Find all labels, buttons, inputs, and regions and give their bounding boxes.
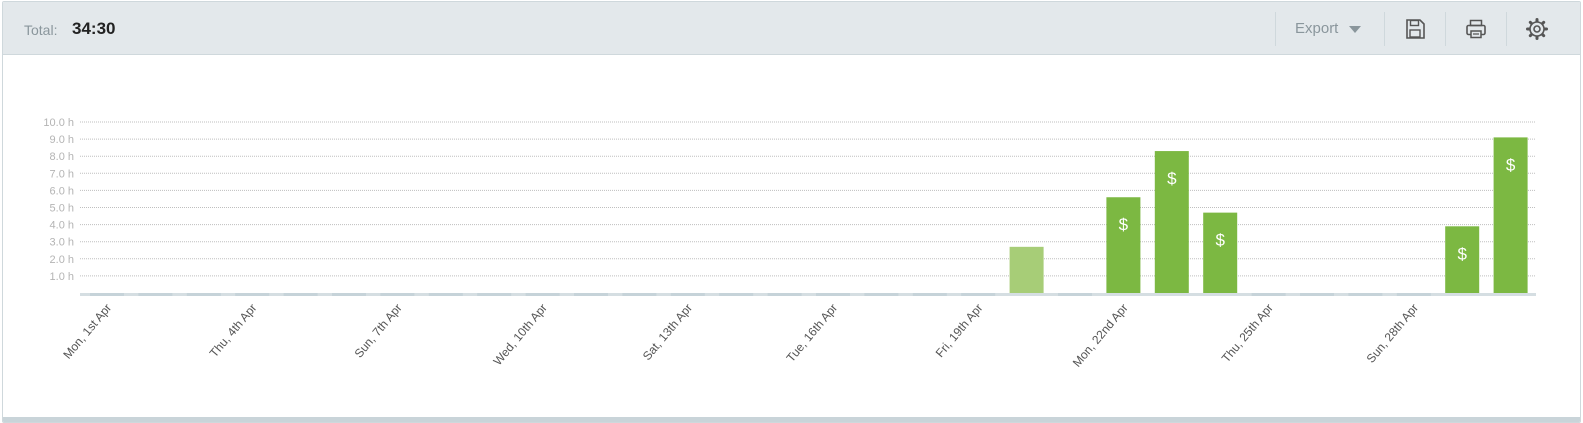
save-button[interactable] bbox=[1400, 14, 1430, 44]
print-icon bbox=[1466, 19, 1486, 39]
y-tick-label: 5.0 h bbox=[50, 203, 74, 215]
empty-day-marker bbox=[1396, 293, 1431, 296]
x-tick-label: Tue, 16th Apr bbox=[784, 301, 841, 365]
billable-dollar-icon: $ bbox=[1457, 244, 1467, 263]
empty-day-marker bbox=[912, 293, 947, 296]
empty-day-marker bbox=[670, 293, 705, 296]
toolbar: Total: 34:30 Export bbox=[3, 2, 1580, 55]
billable-dollar-icon: $ bbox=[1506, 155, 1516, 174]
billable-dollar-icon: $ bbox=[1167, 169, 1177, 188]
empty-day-marker bbox=[1058, 293, 1092, 296]
y-tick-label: 8.0 h bbox=[50, 151, 74, 163]
x-tick-label: Mon, 22nd Apr bbox=[1070, 301, 1131, 370]
bar bbox=[1009, 246, 1044, 293]
y-tick-label: 4.0 h bbox=[50, 220, 74, 232]
panel-bottom-bar bbox=[3, 417, 1580, 422]
y-tick-label: 10.0 h bbox=[43, 117, 74, 129]
empty-day-marker bbox=[525, 293, 560, 296]
x-tick-label: Sat, 13th Apr bbox=[640, 301, 695, 363]
save-icon bbox=[1406, 19, 1425, 39]
print-button[interactable] bbox=[1461, 14, 1491, 44]
billable-dollar-icon: $ bbox=[1215, 231, 1225, 250]
x-tick-label: Thu, 25th Apr bbox=[1219, 301, 1276, 365]
x-tick-label: Sun, 28th Apr bbox=[1364, 301, 1421, 366]
total-label: Total: bbox=[24, 22, 58, 38]
toolbar-separator bbox=[1445, 12, 1446, 46]
y-tick-label: 7.0 h bbox=[50, 168, 74, 180]
x-tick-label: Thu, 4th Apr bbox=[207, 301, 260, 360]
empty-day-marker bbox=[90, 293, 124, 296]
empty-day-marker bbox=[1251, 293, 1286, 296]
y-tick-label: 6.0 h bbox=[50, 185, 74, 197]
total-value: 34:30 bbox=[72, 19, 116, 38]
empty-day-marker bbox=[477, 293, 512, 296]
caret-down-icon bbox=[1349, 25, 1362, 33]
empty-day-marker bbox=[380, 293, 415, 296]
toolbar-separator bbox=[1506, 12, 1507, 46]
y-tick-label: 1.0 h bbox=[50, 271, 74, 283]
settings-button[interactable] bbox=[1522, 14, 1552, 44]
toolbar-separator bbox=[1384, 12, 1385, 46]
empty-day-marker bbox=[1348, 293, 1383, 296]
hours-bar-chart: 1.0 h 2.0 h 3.0 h 4.0 h 5.0 h 6.0 h 7.0 h 8.0 h… bbox=[43, 117, 1536, 370]
empty-day-marker bbox=[622, 293, 657, 296]
bar bbox=[1106, 197, 1141, 293]
empty-day-marker bbox=[138, 293, 173, 296]
billable-dollar-icon: $ bbox=[1119, 215, 1129, 234]
report-panel: Total: 34:30 Export 1.0 h 2.0 h 3.0 h 4.… bbox=[2, 1, 1581, 423]
settings-icon bbox=[1526, 18, 1548, 40]
x-tick-label: Fri, 19th Apr bbox=[933, 301, 986, 360]
bar bbox=[1203, 212, 1238, 293]
empty-day-marker bbox=[864, 293, 899, 296]
empty-day-marker bbox=[719, 293, 754, 296]
empty-day-marker bbox=[235, 293, 270, 296]
empty-day-marker bbox=[283, 293, 318, 296]
empty-day-marker bbox=[186, 293, 221, 296]
export-button[interactable]: Export bbox=[1286, 2, 1386, 54]
x-tick-label: Sun, 7th Apr bbox=[352, 301, 405, 361]
export-label: Export bbox=[1295, 19, 1339, 37]
y-tick-label: 3.0 h bbox=[50, 237, 74, 249]
empty-day-marker bbox=[767, 293, 802, 296]
empty-day-marker bbox=[428, 293, 463, 296]
y-tick-label: 2.0 h bbox=[50, 254, 74, 266]
empty-day-marker bbox=[816, 293, 850, 296]
toolbar-separator bbox=[1275, 12, 1276, 46]
empty-day-marker bbox=[1300, 293, 1334, 296]
x-tick-label: Mon, 1st Apr bbox=[60, 301, 114, 362]
y-tick-label: 9.0 h bbox=[50, 134, 74, 146]
x-tick-label: Wed, 10th Apr bbox=[490, 301, 549, 368]
empty-day-marker bbox=[332, 293, 366, 296]
empty-day-marker bbox=[961, 293, 996, 296]
empty-day-marker bbox=[574, 293, 608, 296]
